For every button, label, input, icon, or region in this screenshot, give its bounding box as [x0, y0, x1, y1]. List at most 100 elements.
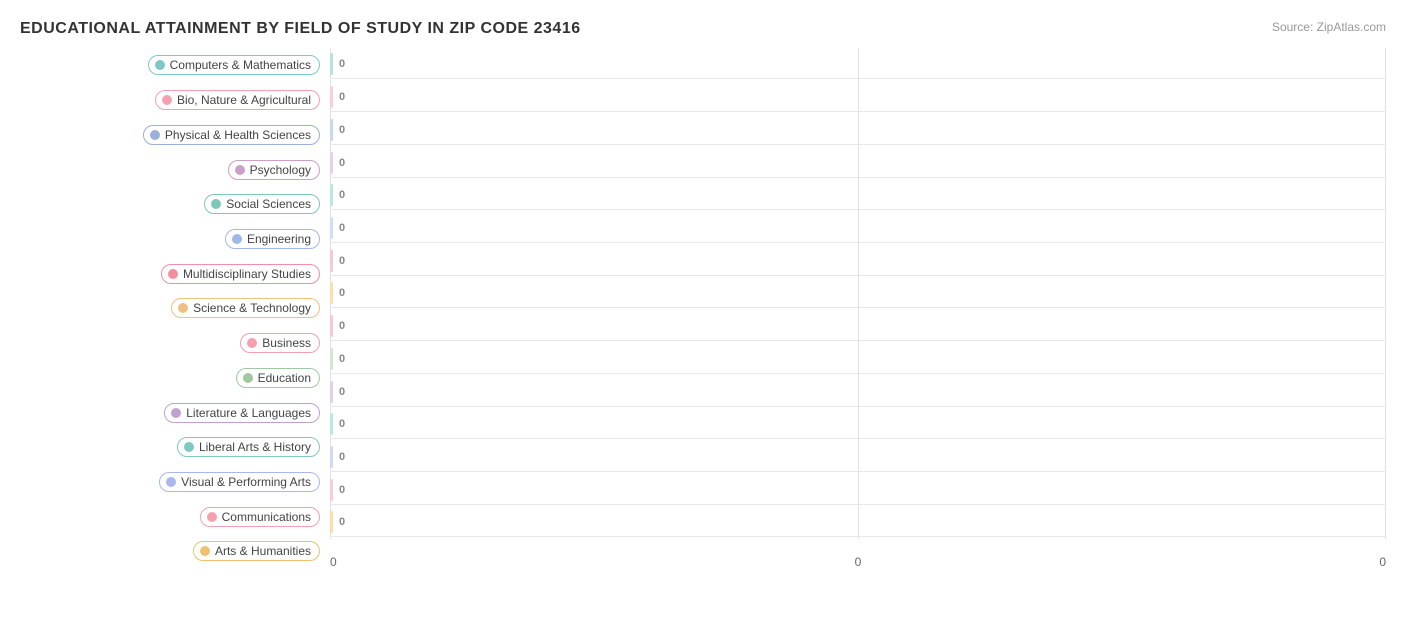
label-pill: Science & Technology: [171, 298, 320, 318]
bar-value: 0: [339, 484, 345, 496]
bar-fill: [330, 184, 333, 206]
label-text: Computers & Mathematics: [170, 58, 311, 72]
bar-row: 0: [330, 311, 1386, 341]
y-label-row: Liberal Arts & History: [20, 432, 325, 462]
label-pill: Multidisciplinary Studies: [161, 264, 320, 284]
bar-value: 0: [339, 287, 345, 299]
y-label-row: Social Sciences: [20, 189, 325, 219]
x-tick-2: 0: [1379, 555, 1386, 569]
label-dot: [150, 130, 160, 140]
y-label-row: Bio, Nature & Agricultural: [20, 85, 325, 115]
bar-value: 0: [339, 189, 345, 201]
y-label-row: Physical & Health Sciences: [20, 120, 325, 150]
y-label-row: Multidisciplinary Studies: [20, 259, 325, 289]
bar-fill: [330, 479, 333, 501]
label-text: Literature & Languages: [186, 406, 311, 420]
label-text: Business: [262, 336, 311, 350]
bar-row: 0: [330, 409, 1386, 439]
bar-fill: [330, 511, 333, 533]
bar-row: 0: [330, 442, 1386, 472]
label-pill: Communications: [200, 507, 320, 527]
bar-value: 0: [339, 124, 345, 136]
chart-container: EDUCATIONAL ATTAINMENT BY FIELD OF STUDY…: [0, 0, 1406, 631]
bar-fill: [330, 381, 333, 403]
label-pill: Bio, Nature & Agricultural: [155, 90, 320, 110]
bar-row: 0: [330, 213, 1386, 243]
label-pill: Education: [236, 368, 320, 388]
bar-fill: [330, 348, 333, 370]
label-text: Physical & Health Sciences: [165, 128, 311, 142]
label-dot: [207, 512, 217, 522]
label-pill: Computers & Mathematics: [148, 55, 320, 75]
bar-row: 0: [330, 82, 1386, 112]
label-dot: [171, 408, 181, 418]
label-dot: [155, 60, 165, 70]
y-label-row: Arts & Humanities: [20, 536, 325, 566]
label-dot: [184, 442, 194, 452]
label-dot: [232, 234, 242, 244]
label-pill: Social Sciences: [204, 194, 320, 214]
bar-value: 0: [339, 58, 345, 70]
bar-row: 0: [330, 148, 1386, 178]
y-axis: Computers & Mathematics Bio, Nature & Agr…: [20, 48, 330, 569]
chart-title: EDUCATIONAL ATTAINMENT BY FIELD OF STUDY…: [20, 20, 1386, 38]
bar-row: 0: [330, 344, 1386, 374]
y-label-row: Computers & Mathematics: [20, 50, 325, 80]
bar-row: 0: [330, 507, 1386, 537]
bar-value: 0: [339, 353, 345, 365]
bar-value: 0: [339, 255, 345, 267]
y-label-row: Literature & Languages: [20, 398, 325, 428]
y-label-row: Science & Technology: [20, 293, 325, 323]
bar-value: 0: [339, 91, 345, 103]
label-pill: Business: [240, 333, 320, 353]
label-dot: [178, 303, 188, 313]
y-label-row: Psychology: [20, 155, 325, 185]
bar-fill: [330, 53, 333, 75]
bars-container: 0 0 0 0 0 0 0 0 0 0 0 0 0 0 0: [330, 48, 1386, 539]
source-label: Source: ZipAtlas.com: [1272, 20, 1386, 34]
label-dot: [243, 373, 253, 383]
bar-value: 0: [339, 222, 345, 234]
bar-row: 0: [330, 475, 1386, 505]
label-dot: [211, 199, 221, 209]
label-dot: [247, 338, 257, 348]
label-text: Science & Technology: [193, 301, 311, 315]
bar-fill: [330, 119, 333, 141]
bar-value: 0: [339, 516, 345, 528]
label-pill: Literature & Languages: [164, 403, 320, 423]
bar-row: 0: [330, 180, 1386, 210]
label-text: Social Sciences: [226, 197, 311, 211]
label-pill: Physical & Health Sciences: [143, 125, 320, 145]
x-tick-1: 0: [855, 555, 862, 569]
label-text: Bio, Nature & Agricultural: [177, 93, 311, 107]
bar-fill: [330, 152, 333, 174]
label-text: Liberal Arts & History: [199, 440, 311, 454]
y-label-row: Visual & Performing Arts: [20, 467, 325, 497]
x-tick-0: 0: [330, 555, 337, 569]
bar-row: 0: [330, 49, 1386, 79]
label-text: Visual & Performing Arts: [181, 475, 311, 489]
bar-value: 0: [339, 386, 345, 398]
label-pill: Arts & Humanities: [193, 541, 320, 561]
bar-row: 0: [330, 115, 1386, 145]
bar-fill: [330, 86, 333, 108]
label-pill: Psychology: [228, 160, 320, 180]
bar-row: 0: [330, 377, 1386, 407]
bar-value: 0: [339, 157, 345, 169]
label-text: Communications: [222, 510, 311, 524]
x-axis: 0 0 0: [330, 550, 1386, 569]
bar-fill: [330, 282, 333, 304]
bar-chart-area: 000000000000000 0 0 0: [330, 48, 1386, 569]
bar-fill: [330, 250, 333, 272]
y-label-row: Education: [20, 363, 325, 393]
label-dot: [166, 477, 176, 487]
label-dot: [168, 269, 178, 279]
label-text: Multidisciplinary Studies: [183, 267, 311, 281]
bar-fill: [330, 446, 333, 468]
label-pill: Liberal Arts & History: [177, 437, 320, 457]
chart-area: Computers & Mathematics Bio, Nature & Agr…: [20, 48, 1386, 569]
bar-value: 0: [339, 418, 345, 430]
label-pill: Visual & Performing Arts: [159, 472, 320, 492]
bar-fill: [330, 315, 333, 337]
bar-fill: [330, 413, 333, 435]
